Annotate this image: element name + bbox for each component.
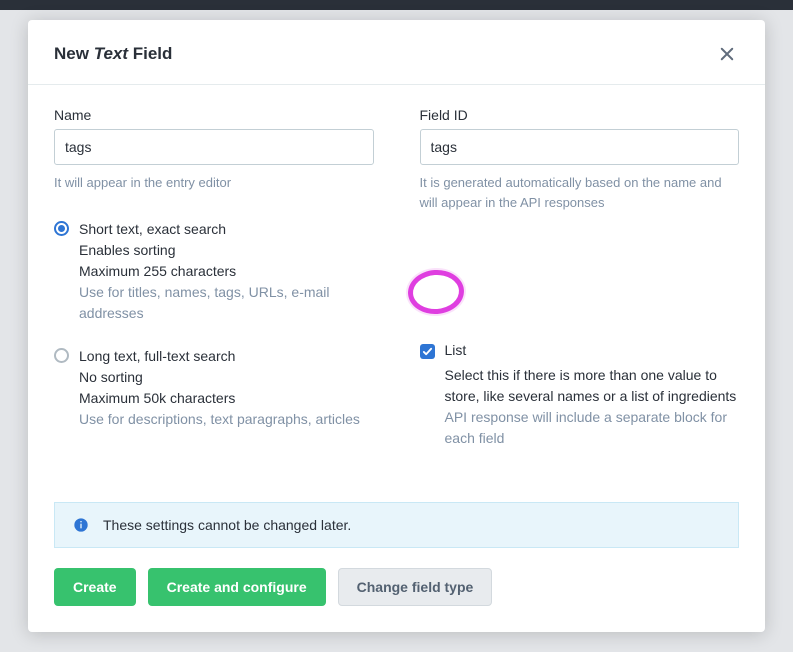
close-icon[interactable] — [715, 42, 739, 66]
option-long-sub: Use for descriptions, text paragraphs, a… — [79, 409, 360, 430]
radio-short-text[interactable] — [54, 221, 69, 236]
list-desc-line1: Select this if there is more than one va… — [445, 365, 740, 407]
right-column: Field ID It is generated automatically b… — [420, 107, 740, 452]
option-short-line2: Maximum 255 characters — [79, 261, 374, 282]
name-input[interactable] — [54, 129, 374, 165]
new-field-modal: New Text Field Name It will appear in th… — [28, 20, 765, 632]
fieldid-help-text: It is generated automatically based on t… — [420, 173, 740, 212]
option-short-title: Short text, exact search — [79, 219, 374, 240]
list-option-row: List — [420, 342, 740, 359]
change-field-type-button[interactable]: Change field type — [338, 568, 493, 606]
info-banner-text: These settings cannot be changed later. — [103, 517, 351, 533]
fieldid-label: Field ID — [420, 107, 740, 123]
option-long-line1: No sorting — [79, 367, 360, 388]
name-help-text: It will appear in the entry editor — [54, 173, 374, 193]
list-label: List — [445, 342, 467, 358]
info-banner: These settings cannot be changed later. — [54, 502, 739, 548]
list-checkbox[interactable] — [420, 344, 435, 359]
option-long-line2: Maximum 50k characters — [79, 388, 360, 409]
title-post: Field — [128, 44, 172, 63]
create-button[interactable]: Create — [54, 568, 136, 606]
left-column: Name It will appear in the entry editor … — [54, 107, 374, 452]
option-short-sub: Use for titles, names, tags, URLs, e-mai… — [79, 282, 374, 324]
title-em: Text — [94, 44, 128, 63]
option-long-title: Long text, full-text search — [79, 346, 360, 367]
title-pre: New — [54, 44, 94, 63]
option-long-text[interactable]: Long text, full-text search No sorting M… — [54, 346, 374, 430]
option-short-line1: Enables sorting — [79, 240, 374, 261]
radio-long-text[interactable] — [54, 348, 69, 363]
list-desc-line2: API response will include a separate blo… — [445, 407, 740, 449]
create-and-configure-button[interactable]: Create and configure — [148, 568, 326, 606]
modal-title: New Text Field — [54, 44, 172, 64]
fieldid-input[interactable] — [420, 129, 740, 165]
info-icon — [73, 517, 89, 533]
option-short-text[interactable]: Short text, exact search Enables sorting… — [54, 219, 374, 324]
name-label: Name — [54, 107, 374, 123]
